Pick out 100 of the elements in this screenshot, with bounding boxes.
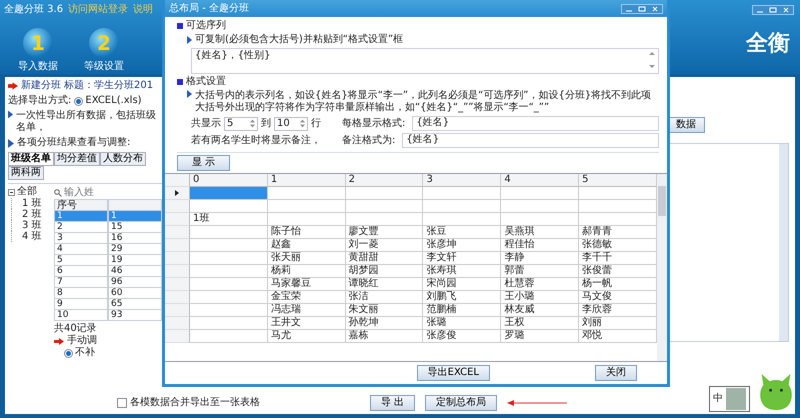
checkbox[interactable]: 各模数据合并导出至一张表格 xyxy=(117,397,260,409)
note-text: 大括号内的表示列名，如设{姓名}将显示“李一”，此列名必须是“可选序列”，如设{分班}将找不到此项 xyxy=(195,90,652,102)
grid-cell[interactable]: 李静 xyxy=(501,252,580,265)
grid-cell[interactable] xyxy=(190,239,268,252)
grid-cell[interactable]: 张俊蕾 xyxy=(579,265,657,278)
tree-item[interactable]: 3 班 xyxy=(22,220,42,231)
grid-cell[interactable] xyxy=(423,187,502,200)
grid-cell[interactable]: 张洁 xyxy=(346,291,424,304)
action-button[interactable]: 定制总布局 xyxy=(425,395,498,411)
tree-item[interactable]: 全部 xyxy=(17,186,37,198)
grid-cell[interactable]: 程佳怡 xyxy=(501,239,580,252)
grid-cell[interactable]: 林友威 xyxy=(501,304,580,317)
grid-cell[interactable]: 李欣蓉 xyxy=(579,304,657,317)
grid-cell[interactable] xyxy=(190,252,268,265)
grid-cell[interactable]: 马尤 xyxy=(268,330,346,343)
tab[interactable]: 人数分布 xyxy=(100,152,146,166)
grid-cell[interactable]: 张天丽 xyxy=(268,252,346,265)
scroll-arrows-icon[interactable] xyxy=(649,50,655,70)
grid-cell[interactable] xyxy=(190,187,268,200)
grid-cell[interactable]: 王小璐 xyxy=(501,291,580,304)
grid-cell[interactable] xyxy=(501,213,580,226)
grid-cell[interactable] xyxy=(190,317,268,330)
text-area[interactable]: {姓名}，{性别} xyxy=(191,48,659,74)
grid-cell[interactable] xyxy=(268,213,346,226)
grid-cell[interactable] xyxy=(579,187,657,200)
grid-cell[interactable]: 陈子怡 xyxy=(268,226,346,239)
tree-item[interactable]: 1 班 xyxy=(22,198,42,209)
section-label: 各项分班结果查看与调整: xyxy=(17,137,130,149)
tab[interactable]: 均分差值 xyxy=(54,152,100,166)
grid-cell[interactable] xyxy=(268,200,346,213)
grid-cell[interactable] xyxy=(346,213,424,226)
grid-cell[interactable] xyxy=(190,200,268,213)
grid-cell[interactable]: 赵鑫 xyxy=(268,239,346,252)
grid-cell[interactable]: 张璐 xyxy=(423,317,502,330)
grid-cell[interactable]: 黄甜甜 xyxy=(346,252,424,265)
grid-cell[interactable] xyxy=(579,213,657,226)
window-controls-icon[interactable] xyxy=(752,5,794,15)
window-controls-icon[interactable] xyxy=(621,4,663,14)
show-button[interactable]: 显 示 xyxy=(177,155,230,171)
dialog-button[interactable]: 关闭 xyxy=(595,365,637,381)
action-button[interactable]: 导 出 xyxy=(370,395,416,411)
column-header: 0 xyxy=(190,174,268,187)
grid-cell[interactable]: 孙乾坤 xyxy=(346,317,424,330)
grid-cell[interactable]: 1班 xyxy=(190,213,268,226)
radio-button[interactable]: EXCEL(.xls) xyxy=(74,95,142,107)
text-field[interactable]: {姓名} xyxy=(402,133,659,148)
grid-cell[interactable] xyxy=(346,187,424,200)
spin-arrows-icon[interactable] xyxy=(250,119,255,128)
grid-cell[interactable] xyxy=(190,226,268,239)
grid-cell[interactable]: 张寿琪 xyxy=(423,265,502,278)
grid-cell[interactable] xyxy=(501,200,580,213)
grid-cell[interactable]: 张德敏 xyxy=(579,239,657,252)
scrollbar[interactable] xyxy=(657,174,667,361)
spinner-field[interactable]: 5 xyxy=(224,116,258,130)
tab[interactable]: 两科两 xyxy=(8,166,44,180)
expander-icon[interactable] xyxy=(8,188,15,196)
input-method-bar[interactable]: 中 xyxy=(709,386,750,412)
grid-cell[interactable]: 杜慧蓉 xyxy=(501,278,580,291)
tree-item[interactable]: 2 班 xyxy=(22,209,42,220)
spin-arrows-icon[interactable] xyxy=(300,119,305,128)
grid-cell[interactable] xyxy=(190,291,268,304)
grid-cell[interactable]: 胡梦园 xyxy=(346,265,424,278)
grid-cell[interactable] xyxy=(190,278,268,291)
scrollbar[interactable] xyxy=(779,144,788,341)
field-label: 备注格式为: xyxy=(342,134,396,146)
grid-cell[interactable]: 范鹏楠 xyxy=(423,304,502,317)
grid-cell[interactable] xyxy=(501,187,580,200)
grid-cell[interactable] xyxy=(190,265,268,278)
grid-cell[interactable]: 谭晓红 xyxy=(346,278,424,291)
panel-title: 标题：学生分班201 xyxy=(64,80,154,92)
grid-cell[interactable]: 李千千 xyxy=(579,252,657,265)
grid-cell[interactable]: 杨一帆 xyxy=(579,278,657,291)
dialog-button[interactable]: 导出EXCEL xyxy=(416,365,490,381)
grid-cell[interactable] xyxy=(579,200,657,213)
panel-heading: 新建分班 xyxy=(21,80,61,92)
grid-cell[interactable]: 邓悦 xyxy=(579,330,657,343)
grid-cell[interactable]: 张豆 xyxy=(423,226,502,239)
grid-cell[interactable]: 杨莉 xyxy=(268,265,346,278)
grid-cell[interactable] xyxy=(190,330,268,343)
field-label: 到 xyxy=(261,118,271,130)
spinner-field[interactable]: 10 xyxy=(274,116,308,130)
tab[interactable]: 班级名单 xyxy=(8,152,54,166)
text-field[interactable]: {姓名} xyxy=(412,116,659,131)
radio-button[interactable]: 不补 xyxy=(54,347,162,359)
grid-cell[interactable]: 嘉栋 xyxy=(346,330,424,343)
grid-cell[interactable]: 冯志瑞 xyxy=(268,304,346,317)
grid-cell[interactable] xyxy=(346,200,424,213)
tree-item[interactable]: 4 班 xyxy=(22,231,42,242)
column-header: 序号 xyxy=(54,199,108,211)
grid-cell[interactable]: 吴燕琪 xyxy=(501,226,580,239)
data-button[interactable]: 数据 xyxy=(667,117,705,133)
grid-cell[interactable]: 郝青青 xyxy=(579,226,657,239)
manual-label: 手动调 xyxy=(67,335,97,346)
row-header[interactable] xyxy=(165,187,190,200)
grid-cell[interactable]: 罗璐 xyxy=(501,330,580,343)
grid-cell[interactable] xyxy=(190,304,268,317)
grid-cell[interactable] xyxy=(268,187,346,200)
grid-cell[interactable] xyxy=(423,213,502,226)
grid-cell[interactable] xyxy=(423,200,502,213)
grid-cell[interactable]: 王权 xyxy=(501,317,580,330)
